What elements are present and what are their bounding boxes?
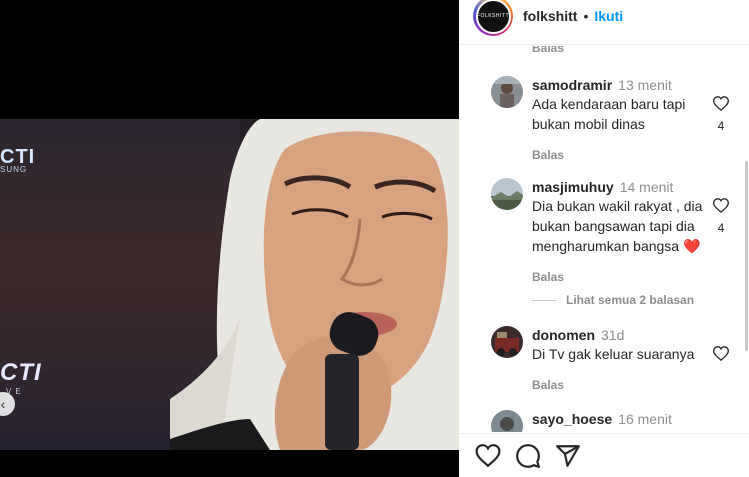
reply-button[interactable]: Balas <box>532 378 707 392</box>
chevron-left-icon: ‹ <box>0 396 6 412</box>
reply-button[interactable]: Balas <box>532 46 564 55</box>
comment-username[interactable]: donomen <box>532 327 595 343</box>
post-actions-bar <box>459 433 749 477</box>
comment-username[interactable]: sayo_hoese <box>532 411 612 427</box>
avatar-image <box>491 178 523 210</box>
like-comment-button[interactable]: 4 <box>712 96 730 133</box>
like-count: 4 <box>717 119 725 133</box>
tv-logo-top-sub: SUNG <box>0 165 28 174</box>
comment-text: Dia bukan wakil rakyat , dia bukan bangs… <box>532 198 703 254</box>
comment-username[interactable]: masjimuhuy <box>532 179 614 195</box>
avatar-logo-text: FOLKSHITT <box>475 0 511 34</box>
reply-button[interactable]: Balas <box>532 148 707 162</box>
send-icon[interactable] <box>555 443 581 469</box>
singer-figure <box>170 119 459 450</box>
view-replies-button[interactable]: Lihat semua 2 balasan <box>532 293 694 307</box>
comment-time[interactable]: 31d <box>601 327 624 343</box>
avatar[interactable] <box>491 410 523 432</box>
avatar[interactable] <box>491 326 523 358</box>
comment-body: donomen 31d Di Tv gak keluar suaranya Bal… <box>532 326 707 392</box>
reply-button[interactable]: Balas <box>532 270 707 284</box>
post-header: FOLKSHITT folkshitt • Ikuti <box>459 0 749 45</box>
comment-header: samodramir 13 menit <box>532 76 707 94</box>
comments-scrollbar[interactable] <box>745 161 748 351</box>
follow-button[interactable]: Ikuti <box>594 8 623 24</box>
comment-header: masjimuhuy 14 menit <box>532 178 707 196</box>
comment-time[interactable]: 16 menit <box>618 411 672 427</box>
avatar-image <box>491 326 523 358</box>
tv-logo-mid: CTI <box>0 359 42 386</box>
heart-icon <box>712 96 730 112</box>
avatar-image <box>491 76 523 108</box>
comment-username[interactable]: samodramir <box>532 77 612 93</box>
avatar-image <box>491 410 523 432</box>
comment-text: Di Tv gak keluar suaranya <box>532 346 695 362</box>
instagram-post-viewer: CTI SUNG CTI VE ‹ FOLKSHITT folkshitt • … <box>0 0 749 477</box>
comment-time[interactable]: 13 menit <box>618 77 672 93</box>
comment-header: sayo_hoese 16 menit <box>532 410 707 428</box>
comment-text: Ada kendaraan baru tapi bukan mobil dina… <box>532 96 686 132</box>
post-media[interactable]: CTI SUNG CTI VE ‹ <box>0 0 459 477</box>
comment-body: sayo_hoese 16 menit <box>532 410 707 428</box>
header-username[interactable]: folkshitt <box>523 8 577 24</box>
heart-icon <box>712 198 730 214</box>
post-side-panel: FOLKSHITT folkshitt • Ikuti Balas samodr… <box>459 0 749 477</box>
like-comment-button[interactable]: 4 <box>712 198 730 235</box>
heart-icon[interactable] <box>475 443 501 469</box>
divider-line <box>532 299 556 301</box>
like-comment-button[interactable] <box>712 346 730 366</box>
view-replies-label: Lihat semua 2 balasan <box>566 293 695 307</box>
comments-list[interactable]: Balas samodramir 13 menit Ada kendaraan b <box>459 46 749 432</box>
comment-header: donomen 31d <box>532 326 707 344</box>
header-separator: • <box>583 8 589 24</box>
comment-time[interactable]: 14 menit <box>620 179 674 195</box>
comment-body: samodramir 13 menit Ada kendaraan baru ta… <box>532 76 707 162</box>
comment-body: masjimuhuy 14 menit Dia bukan wakil rakya… <box>532 178 707 284</box>
like-count: 4 <box>717 221 725 235</box>
heart-icon <box>712 346 730 362</box>
video-frame[interactable]: CTI SUNG CTI VE ‹ <box>0 119 459 450</box>
avatar[interactable] <box>491 178 523 210</box>
profile-avatar[interactable]: FOLKSHITT <box>473 0 513 36</box>
avatar[interactable] <box>491 76 523 108</box>
comment-icon[interactable] <box>515 443 541 469</box>
